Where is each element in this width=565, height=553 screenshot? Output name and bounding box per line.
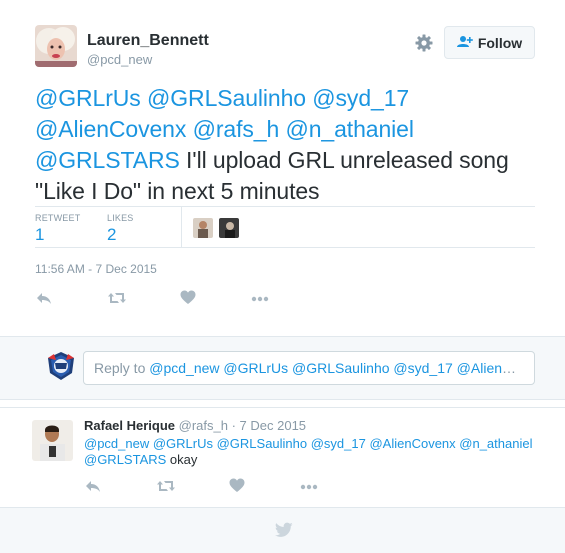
likes-stat[interactable]: LIKES 2 [107,213,134,245]
reply-tweet: Rafael Herique @rafs_h · 7 Dec 2015 @pcd… [0,407,565,507]
retweet-icon[interactable] [107,290,126,308]
like-icon[interactable] [229,478,247,496]
follow-label: Follow [477,34,523,51]
tweet-actions [35,290,295,308]
reply-mentions[interactable]: @pcd_new @GRLrUs @GRLSaulinho @syd_17 @A… [84,436,554,452]
tweet-text-body: I'll upload GRL unreleased song [179,147,509,173]
follow-button[interactable]: Follow [444,26,535,59]
mention-link[interactable]: @AlienCovenx [35,116,186,142]
reply-text-body: okay [166,452,198,467]
current-user-avatar[interactable] [46,351,76,381]
reply-icon[interactable] [35,290,53,308]
likes-count: 2 [107,225,117,244]
like-icon[interactable] [180,290,198,308]
retweet-icon[interactable] [156,478,175,496]
tweet-text-line-3: @GRLSTARS I'll upload GRL unreleased son… [35,145,545,176]
reply-composer: Reply to @pcd_new @GRLrUs @GRLSaulinho @… [0,336,565,400]
stats-divider [181,207,182,247]
more-icon[interactable] [250,290,269,308]
gear-icon[interactable] [414,33,434,53]
tweet-text-line-2: @AlienCovenx @rafs_h @n_athaniel [35,114,545,145]
tweet-stats: RETWEET 1 LIKES 2 [35,206,535,248]
mention-link[interactable]: @n_athaniel [285,116,414,142]
retweet-count: 1 [35,225,45,244]
add-person-icon [456,35,473,51]
likes-stat-label: LIKES [107,213,134,223]
tweet-timestamp[interactable]: 11:56 AM - 7 Dec 2015 [35,262,157,276]
mention-link[interactable]: @GRLrUs [35,85,141,111]
reply-text-line-2: @GRLSTARS okay [84,452,554,468]
reply-actions [84,478,324,494]
reply-meta[interactable]: @rafs_h · 7 Dec 2015 [175,418,306,433]
tweet-text-line-1: @GRLrUs @GRLSaulinho @syd_17 [35,83,545,114]
mention-link[interactable]: @GRLSTARS [35,147,180,173]
twitter-bird-icon [274,522,293,538]
reply-author-name[interactable]: Rafael Herique [84,418,175,433]
reply-icon[interactable] [84,478,102,496]
reply-text: @pcd_new @GRLrUs @GRLSaulinho @syd_17 @A… [84,436,554,468]
reply-input[interactable]: Reply to @pcd_new @GRLrUs @GRLSaulinho @… [83,351,535,385]
mention-link[interactable]: @GRLSaulinho [147,85,306,111]
mention-link[interactable]: @GRLSTARS [84,452,166,467]
tweet-text: @GRLrUs @GRLSaulinho @syd_17 @AlienCoven… [35,83,545,207]
liker-avatar[interactable] [219,218,239,238]
tweet-text-line-4: "Like I Do" in next 5 minutes [35,178,320,204]
mention-link[interactable]: @syd_17 [312,85,409,111]
author-handle[interactable]: @pcd_new [87,52,152,67]
footer [0,507,565,553]
reply-author-avatar[interactable] [32,420,73,461]
liker-avatar[interactable] [193,218,213,238]
main-tweet: Lauren_Bennett @pcd_new Follow @GRLrUs @… [0,0,565,336]
author-avatar[interactable] [35,25,77,67]
author-name[interactable]: Lauren_Bennett [87,32,209,50]
reply-input-mentions: @pcd_new @GRLrUs @GRLSaulinho @syd_17 @A… [149,360,535,376]
retweet-stat[interactable]: RETWEET 1 [35,213,80,245]
retweet-stat-label: RETWEET [35,213,81,223]
more-icon[interactable] [299,478,318,496]
reply-header: Rafael Herique @rafs_h · 7 Dec 2015 [84,418,306,433]
reply-input-prefix: Reply to [94,360,150,376]
mention-link[interactable]: @rafs_h [193,116,280,142]
